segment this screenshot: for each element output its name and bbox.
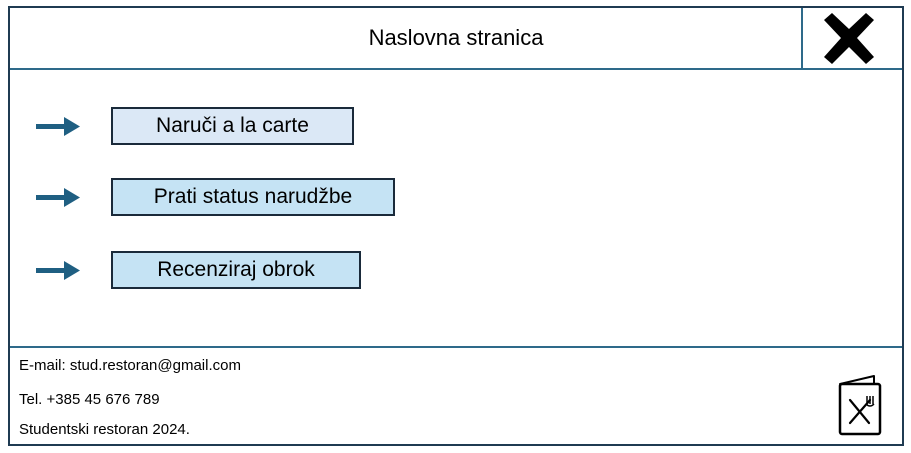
arrow-right-icon: [36, 117, 80, 136]
arrow-right-icon: [36, 188, 80, 207]
app-window: Naslovna stranica Naruči a la carte Prat…: [8, 6, 904, 446]
footer: E-mail: stud.restoran@gmail.com Tel. +38…: [10, 346, 902, 446]
close-x-icon: [824, 13, 874, 64]
copyright-text: Studentski restoran 2024.: [19, 421, 190, 438]
contact-email: E-mail: stud.restoran@gmail.com: [19, 357, 241, 374]
arrow-right-icon: [36, 261, 80, 280]
review-meal-button[interactable]: Recenziraj obrok: [111, 251, 361, 289]
track-order-status-button[interactable]: Prati status narudžbe: [111, 178, 395, 216]
restaurant-menu-icon: [838, 375, 882, 436]
close-button[interactable]: [801, 8, 904, 68]
header-bar: Naslovna stranica: [10, 8, 902, 70]
contact-phone: Tel. +385 45 676 789: [19, 391, 160, 408]
page-title: Naslovna stranica: [368, 25, 544, 50]
order-a-la-carte-button[interactable]: Naruči a la carte: [111, 107, 354, 145]
